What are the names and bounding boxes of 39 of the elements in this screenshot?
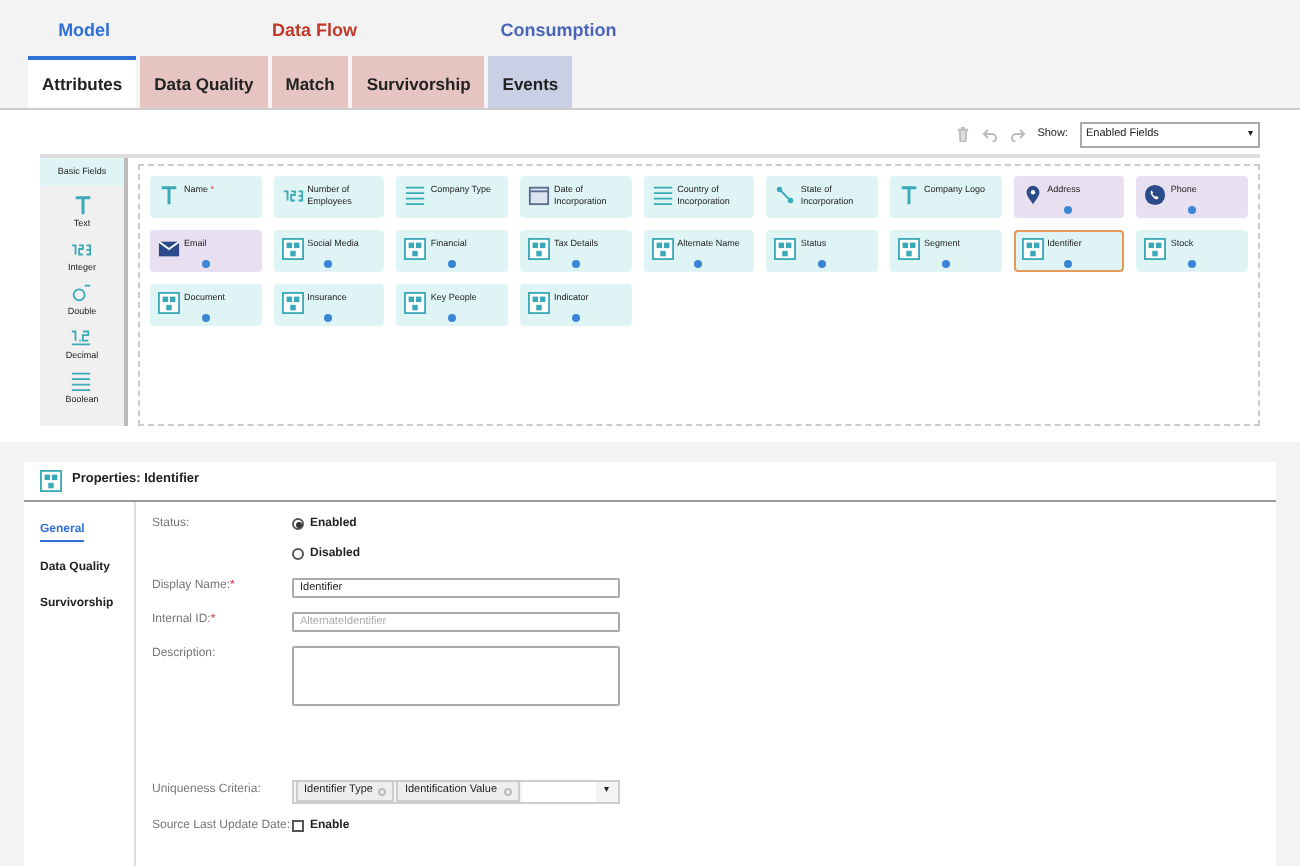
text-type-icon xyxy=(158,183,180,205)
list-icon xyxy=(404,183,427,205)
redo-icon[interactable] xyxy=(1009,127,1026,142)
list-icon xyxy=(651,183,674,205)
text-type-icon xyxy=(71,194,93,217)
location-pin-icon xyxy=(1021,183,1044,205)
double-type-icon xyxy=(70,282,93,305)
field-group-icon xyxy=(404,237,427,259)
tab[interactable]: Events xyxy=(488,55,573,109)
field-group-icon xyxy=(158,291,180,313)
undo-icon[interactable] xyxy=(981,127,998,142)
tab-group-label: Data Flow xyxy=(269,18,359,44)
calendar-icon xyxy=(528,183,550,205)
tab[interactable]: Survivorship xyxy=(352,55,485,109)
field-group-icon xyxy=(1021,237,1044,259)
field-group-icon xyxy=(528,237,550,259)
tab[interactable]: Data Quality xyxy=(140,55,268,109)
field-group-icon xyxy=(281,291,304,313)
trash-icon[interactable] xyxy=(955,126,970,143)
tab[interactable]: Match xyxy=(271,55,349,109)
field-group-icon xyxy=(1144,237,1167,259)
field-group-icon xyxy=(40,469,62,491)
field-group-icon xyxy=(528,291,550,313)
field-group-icon xyxy=(281,237,304,259)
field-group-icon xyxy=(774,237,797,259)
description-field[interactable] xyxy=(292,645,620,705)
field-group-icon xyxy=(898,237,920,259)
phone-icon xyxy=(1144,183,1167,205)
number-type-icon xyxy=(70,238,93,261)
text-type-icon xyxy=(898,183,920,205)
field-group-icon xyxy=(404,291,427,313)
decimal-type-icon xyxy=(70,326,93,349)
envelope-icon xyxy=(158,237,180,259)
field-group-icon xyxy=(651,237,674,259)
tab[interactable]: Attributes xyxy=(28,55,137,109)
link-icon xyxy=(774,183,797,205)
tab-group-label: Consumption xyxy=(498,18,619,44)
tab-group-label: Model xyxy=(56,18,113,44)
list-icon xyxy=(70,370,93,393)
